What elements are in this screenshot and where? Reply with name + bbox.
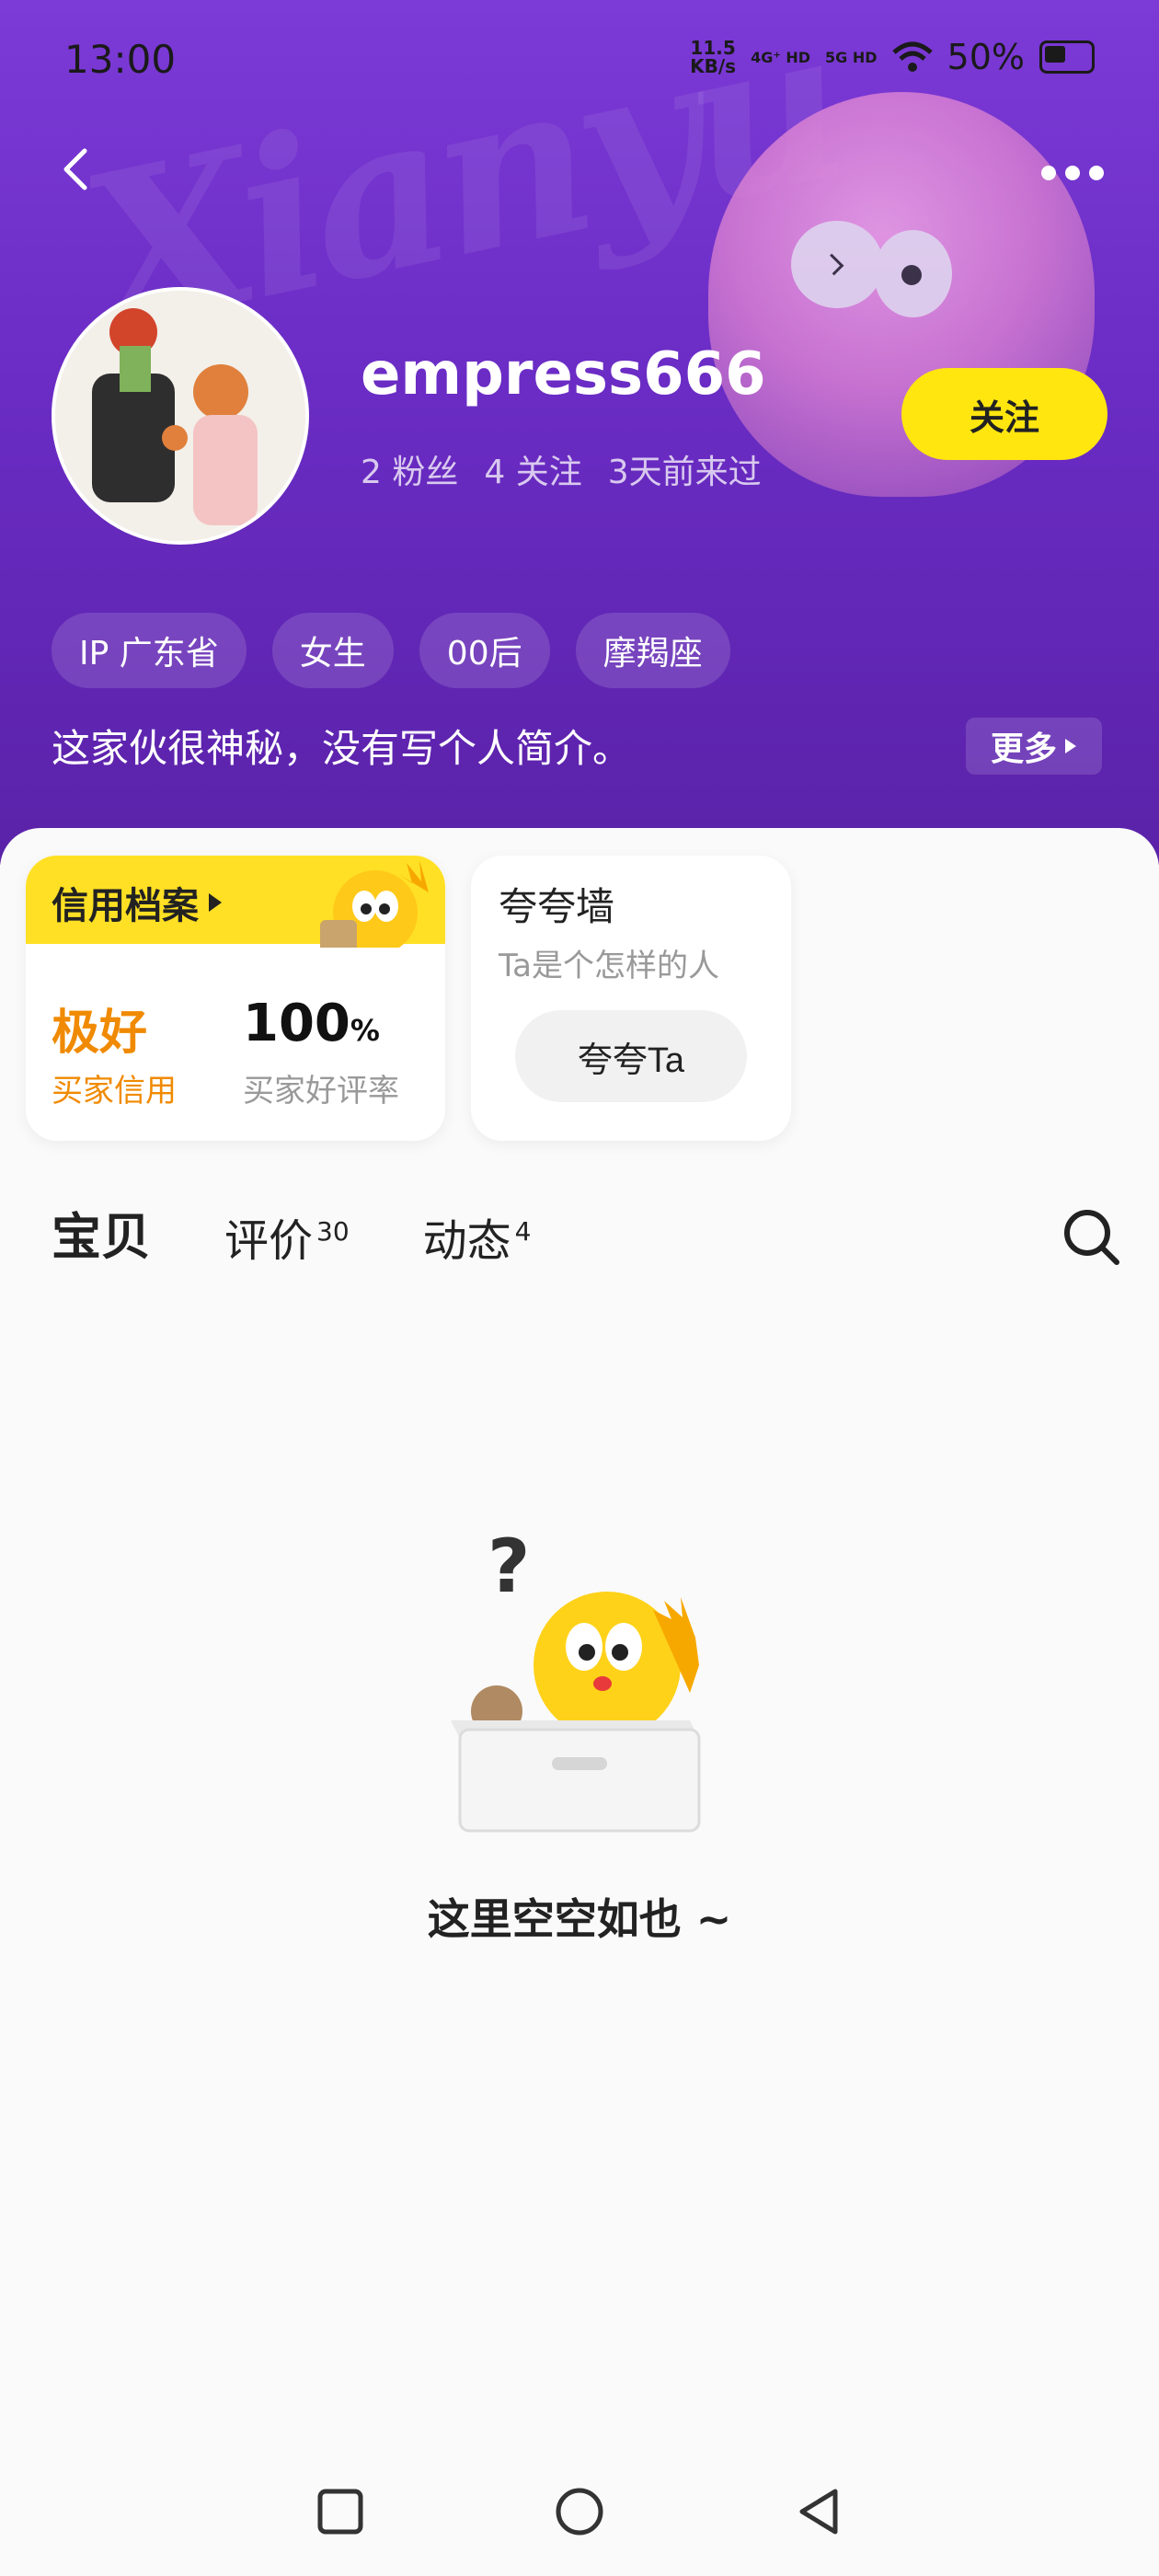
network-speed: 11.5 KB/s xyxy=(690,37,737,77)
battery-percent: 50% xyxy=(947,37,1025,77)
praise-title: 夸夸墙 xyxy=(499,884,615,929)
profile-tags: IP 广东省 女生 00后 摩羯座 xyxy=(52,613,730,688)
credit-title: 信用档案 xyxy=(52,876,223,929)
follow-button[interactable]: 关注 xyxy=(901,368,1107,460)
system-nav-bar xyxy=(0,2447,1159,2576)
triangle-right-icon xyxy=(209,893,222,912)
fans-count[interactable]: 2 粉丝 xyxy=(361,445,458,493)
tab-items[interactable]: 宝贝 xyxy=(52,1196,151,1269)
praise-button[interactable]: 夸夸Ta xyxy=(515,1010,747,1102)
credit-card[interactable]: 信用档案 极好 买家信用 100% 买家好评率 xyxy=(26,856,445,1141)
back-triangle-icon[interactable] xyxy=(791,2484,846,2539)
empty-box-illustration: ? xyxy=(451,1524,701,1833)
triangle-right-icon xyxy=(1065,739,1076,753)
home-circle-icon[interactable] xyxy=(552,2484,607,2539)
signal-4g-icon: 4G⁺ HD xyxy=(751,48,811,66)
wifi-icon xyxy=(891,41,933,72)
praise-wall-card[interactable]: 夸夸墙 Ta是个怎样的人 夸夸Ta xyxy=(471,856,791,1141)
more-bio-button[interactable]: 更多 xyxy=(966,718,1102,775)
tag-zodiac: 摩羯座 xyxy=(575,613,730,688)
username: empress666 xyxy=(361,340,766,408)
back-arrow-icon[interactable] xyxy=(55,147,99,191)
good-rate-label: 买家好评率 xyxy=(243,1073,399,1110)
tab-reviews[interactable]: 评价 30 xyxy=(224,1204,350,1269)
following-count[interactable]: 4 关注 xyxy=(484,445,581,493)
tag-gender: 女生 xyxy=(271,613,394,688)
signal-5g-icon: 5G HD xyxy=(825,48,878,66)
search-icon[interactable] xyxy=(1060,1205,1124,1270)
battery-icon xyxy=(1039,40,1095,74)
bio-text: 这家伙很神秘，没有写个人简介。 xyxy=(52,726,632,771)
more-options-icon[interactable] xyxy=(1041,166,1104,180)
svg-text:?: ? xyxy=(488,1524,530,1609)
last-seen: 3天前来过 xyxy=(607,454,762,491)
buyer-credit-label: 买家信用 xyxy=(52,1073,177,1110)
good-rate-value: 100% xyxy=(243,994,380,1053)
recents-square-icon[interactable] xyxy=(313,2484,368,2539)
tag-age: 00后 xyxy=(419,613,550,688)
praise-subtitle: Ta是个怎样的人 xyxy=(499,948,719,984)
empty-state-text: 这里空空如也 ~ xyxy=(427,1894,732,1944)
avatar[interactable] xyxy=(52,287,309,545)
status-time: 13:00 xyxy=(64,37,177,82)
tab-posts[interactable]: 动态 4 xyxy=(423,1204,532,1269)
tag-ip-location: IP 广东省 xyxy=(52,613,247,688)
buyer-credit-value: 极好 xyxy=(52,1006,148,1061)
profile-tabs: 宝贝 评价 30 动态 4 xyxy=(52,1196,532,1269)
profile-stats: 2 粉丝 4 关注 3天前来过 xyxy=(361,445,762,493)
status-icons: 11.5 KB/s 4G⁺ HD 5G HD 50% xyxy=(690,37,1095,77)
